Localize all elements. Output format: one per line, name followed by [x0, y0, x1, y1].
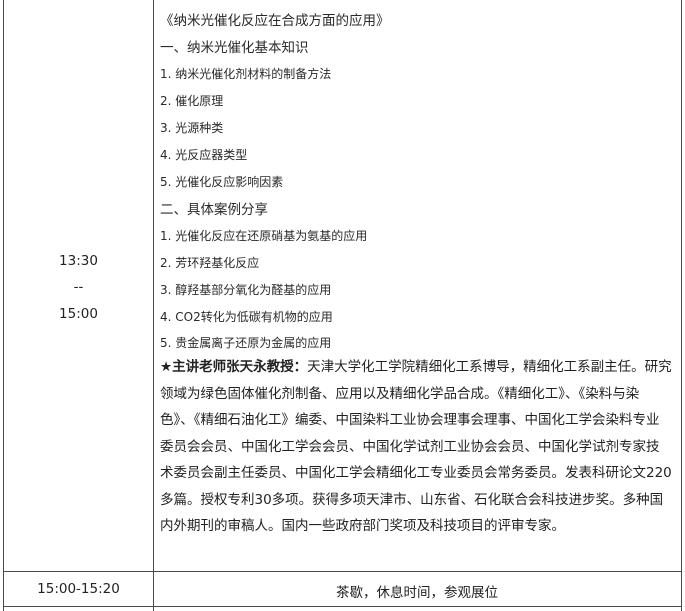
list-item: 1. 光催化反应在还原硝基为氨基的应用 [160, 229, 368, 243]
table-border-divider [153, 0, 154, 611]
section-heading-1: 一、纳米光催化基本知识 [160, 40, 309, 56]
schedule-table: 13:30 -- 15:00 《纳米光催化反应在合成方面的应用》 一、纳米光催化… [0, 0, 685, 611]
list-item: 2. 芳环羟基化反应 [160, 256, 260, 270]
session-start-time: 13:30 [59, 253, 98, 269]
list-item: 5. 光催化反应影响因素 [160, 175, 284, 189]
session-end-time: 15:00 [59, 306, 98, 322]
row-divider [3, 571, 682, 572]
section-heading-2: 二、具体案例分享 [160, 202, 268, 218]
session-title: 《纳米光催化反应在合成方面的应用》 [160, 13, 390, 29]
break-description: 茶歇，休息时间，参观展位 [336, 585, 498, 601]
lecturer-bio: ★主讲老师张天永教授：天津大学化工学院精细化工系博导，精细化工系副主任。研究领域… [160, 354, 672, 540]
list-item: 1. 纳米光催化剂材料的制备方法 [160, 67, 332, 81]
table-border-bottom [3, 606, 682, 607]
list-item: 4. 光反应器类型 [160, 148, 248, 162]
list-item: 2. 催化原理 [160, 94, 224, 108]
session-time-separator: -- [73, 279, 84, 295]
lecturer-bio-text: 天津大学化工学院精细化工系博导，精细化工系副主任。研究领域为绿色固体催化剂制备、… [160, 359, 672, 534]
break-time: 15:00-15:20 [37, 581, 120, 597]
lecturer-label: ★主讲老师张天永教授： [160, 359, 308, 375]
table-border-right [681, 0, 682, 611]
list-item: 5. 贵金属离子还原为金属的应用 [160, 336, 332, 350]
list-item: 3. 醇羟基部分氧化为醛基的应用 [160, 283, 332, 297]
list-item: 3. 光源种类 [160, 121, 224, 135]
list-item: 4. CO2转化为低碳有机物的应用 [160, 310, 333, 324]
